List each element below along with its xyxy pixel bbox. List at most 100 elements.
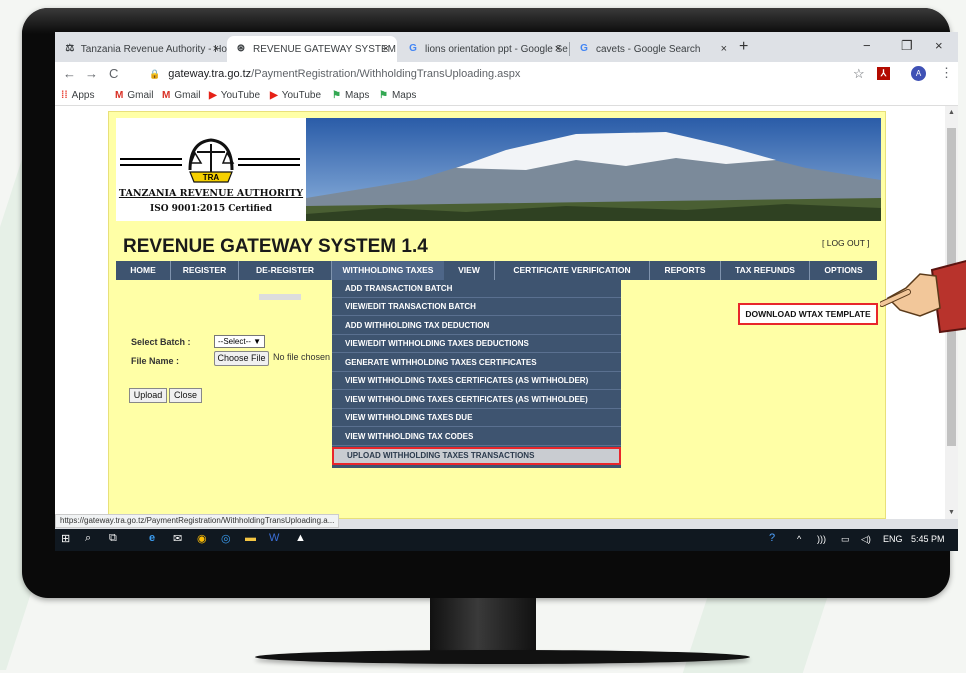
minimize-button[interactable]: − xyxy=(863,38,871,53)
search-icon[interactable]: ⌕ xyxy=(85,532,91,545)
globe-icon: ⊛ xyxy=(236,43,246,54)
tab-title: REVENUE GATEWAY SYSTEM xyxy=(253,43,396,55)
help-icon[interactable]: ? xyxy=(769,532,775,544)
url-field[interactable]: 🔒 gateway.tra.go.tz/PaymentRegistration/W… xyxy=(149,65,849,83)
scroll-down-icon[interactable]: ▼ xyxy=(948,509,955,516)
tab-title: Tanzania Revenue Authority - Ho xyxy=(80,43,227,55)
nav-tax-refunds[interactable]: TAX REFUNDS xyxy=(721,261,809,280)
close-button[interactable]: Close xyxy=(169,388,202,403)
close-icon[interactable]: × xyxy=(555,43,561,55)
window-close-button[interactable]: × xyxy=(935,38,943,53)
browser-menu-icon[interactable]: ⋮ xyxy=(940,65,953,81)
tab-lions-search[interactable]: G lions orientation ppt - Google Se × xyxy=(399,36,569,62)
logo-rule xyxy=(120,164,182,166)
browser-tab-bar: ⚖ Tanzania Revenue Authority - Ho × ⊛ RE… xyxy=(55,32,958,62)
windows-start-icon[interactable]: ⊞ xyxy=(61,532,70,545)
org-name: TANZANIA REVENUE AUTHORITY xyxy=(118,188,304,199)
bookmark-label: Gmail xyxy=(174,90,201,101)
menu-item-view-certificates-withholdee[interactable]: VIEW WITHHOLDING TAXES CERTIFICATES (AS … xyxy=(332,391,621,409)
new-tab-button[interactable]: + xyxy=(739,38,748,56)
menu-item-view-taxes-due[interactable]: VIEW WITHHOLDING TAXES DUE xyxy=(332,409,621,427)
logout-link[interactable]: [ LOG OUT ] xyxy=(822,238,870,248)
tra-emblem-icon: TRA xyxy=(188,138,235,183)
menu-item-view-edit-transaction-batch[interactable]: VIEW/EDIT TRANSACTION BATCH xyxy=(332,298,621,316)
bookmark-apps[interactable]: ⁞⁞ Apps xyxy=(61,90,94,101)
bookmark-label: YouTube xyxy=(281,90,321,101)
bookmark-maps[interactable]: ⚑ Maps xyxy=(379,90,416,101)
bookmark-label: Maps xyxy=(391,90,417,101)
gateway-page: TRA TANZANIA REVENUE AUTHORITY ISO 9001:… xyxy=(108,111,886,519)
menu-item-view-edit-deductions[interactable]: VIEW/EDIT WITHHOLDING TAXES DEDUCTIONS xyxy=(332,335,621,353)
screen: ⚖ Tanzania Revenue Authority - Ho × ⊛ RE… xyxy=(55,32,958,551)
chevron-up-icon[interactable]: ^ xyxy=(797,534,801,544)
volume-icon[interactable]: ◁) xyxy=(861,534,871,545)
nav-deregister[interactable]: DE-REGISTER xyxy=(239,261,331,280)
reload-button[interactable]: C xyxy=(109,66,118,81)
task-view-icon[interactable]: ⧉ xyxy=(109,532,117,545)
menu-item-generate-certificates[interactable]: GENERATE WITHHOLDING TAXES CERTIFICATES xyxy=(332,354,621,372)
tab-tra-home[interactable]: ⚖ Tanzania Revenue Authority - Ho × xyxy=(57,36,227,62)
menu-item-add-transaction-batch[interactable]: ADD TRANSACTION BATCH xyxy=(332,280,621,298)
kilimanjaro-banner-image xyxy=(306,118,881,221)
system-title: REVENUE GATEWAY SYSTEM 1.4 xyxy=(123,236,428,257)
photos-icon[interactable]: ▲ xyxy=(295,532,306,544)
bookmark-gmail[interactable]: M Gmail xyxy=(162,90,200,101)
no-file-text: No file chosen xyxy=(273,352,331,362)
menu-item-upload-transactions[interactable]: UPLOAD WITHHOLDING TAXES TRANSACTIONS xyxy=(332,447,621,465)
logo-rule xyxy=(238,158,300,160)
maximize-button[interactable]: ❐ xyxy=(901,38,913,54)
bookmark-gmail[interactable]: M Gmail xyxy=(115,90,153,101)
close-icon[interactable]: × xyxy=(213,43,219,55)
bookmark-star-icon[interactable]: ☆ xyxy=(853,66,865,82)
page-viewport: TRA TANZANIA REVENUE AUTHORITY ISO 9001:… xyxy=(55,106,945,519)
chrome-icon[interactable]: ◉ xyxy=(197,532,207,545)
tab-revenue-gateway[interactable]: ⊛ REVENUE GATEWAY SYSTEM × xyxy=(227,36,397,62)
nav-reports[interactable]: REPORTS xyxy=(650,261,720,280)
scroll-up-icon[interactable]: ▲ xyxy=(948,109,955,116)
bookmark-youtube[interactable]: ▶ YouTube xyxy=(209,90,260,101)
gmail-icon: M xyxy=(162,90,171,101)
file-explorer-icon[interactable]: ▬ xyxy=(245,532,256,544)
lock-icon: 🔒 xyxy=(149,69,161,79)
clock[interactable]: 5:45 PM xyxy=(911,534,945,544)
google-icon: G xyxy=(409,43,417,54)
forward-button[interactable]: → xyxy=(85,66,98,81)
edge-icon[interactable]: e xyxy=(149,532,155,544)
logo-rule xyxy=(120,158,182,160)
pdf-extension-icon[interactable]: ⅄ xyxy=(877,67,890,80)
withholding-taxes-menu: ADD TRANSACTION BATCH VIEW/EDIT TRANSACT… xyxy=(332,280,621,468)
nav-home[interactable]: HOME xyxy=(116,261,170,280)
url-path: /PaymentRegistration/WithholdingTransUpl… xyxy=(251,68,521,80)
menu-item-view-certificates-withholder[interactable]: VIEW WITHHOLDING TAXES CERTIFICATES (AS … xyxy=(332,372,621,390)
download-wtax-template-button[interactable]: DOWNLOAD WTAX TEMPLATE xyxy=(738,303,878,325)
select-batch-dropdown[interactable]: --Select-- ▼ xyxy=(214,335,265,348)
nav-view[interactable]: VIEW xyxy=(444,261,494,280)
close-icon[interactable]: × xyxy=(383,43,389,55)
profile-avatar[interactable]: A xyxy=(911,66,926,81)
bookmark-maps[interactable]: ⚑ Maps xyxy=(332,90,369,101)
wifi-icon[interactable]: ))) xyxy=(817,534,826,544)
address-bar: ← → C 🔒 gateway.tra.go.tz/PaymentRegistra… xyxy=(55,62,958,86)
word-icon[interactable]: W xyxy=(269,532,279,544)
mail-icon[interactable]: ✉ xyxy=(173,532,182,545)
menu-item-add-withholding-tax-deduction[interactable]: ADD WITHHOLDING TAX DEDUCTION xyxy=(332,317,621,335)
battery-icon[interactable]: ▭ xyxy=(841,534,850,545)
tab-title: cavets - Google Search xyxy=(596,43,701,55)
menu-item-view-tax-codes[interactable]: VIEW WITHHOLDING TAX CODES xyxy=(332,428,621,446)
choose-file-button[interactable]: Choose File xyxy=(214,351,269,366)
bookmark-label: YouTube xyxy=(220,90,260,101)
upload-button[interactable]: Upload xyxy=(129,388,167,403)
bookmark-label: Apps xyxy=(71,90,95,101)
bookmark-youtube[interactable]: ▶ YouTube xyxy=(270,90,321,101)
apps-grid-icon: ⁞⁞ xyxy=(61,90,68,101)
back-button[interactable]: ← xyxy=(63,66,76,81)
nav-register[interactable]: REGISTER xyxy=(171,261,238,280)
maps-icon: ⚑ xyxy=(332,90,341,101)
nav-certificate-verification[interactable]: CERTIFICATE VERIFICATION xyxy=(495,261,649,280)
browser-app-icon[interactable]: ◎ xyxy=(221,532,231,545)
tab-cavets-search[interactable]: G cavets - Google Search × xyxy=(570,36,735,62)
close-icon[interactable]: × xyxy=(721,43,727,55)
nav-withholding-taxes[interactable]: WITHHOLDING TAXES xyxy=(332,261,444,280)
nav-options[interactable]: OPTIONS xyxy=(810,261,877,280)
language-indicator[interactable]: ENG xyxy=(883,534,903,544)
